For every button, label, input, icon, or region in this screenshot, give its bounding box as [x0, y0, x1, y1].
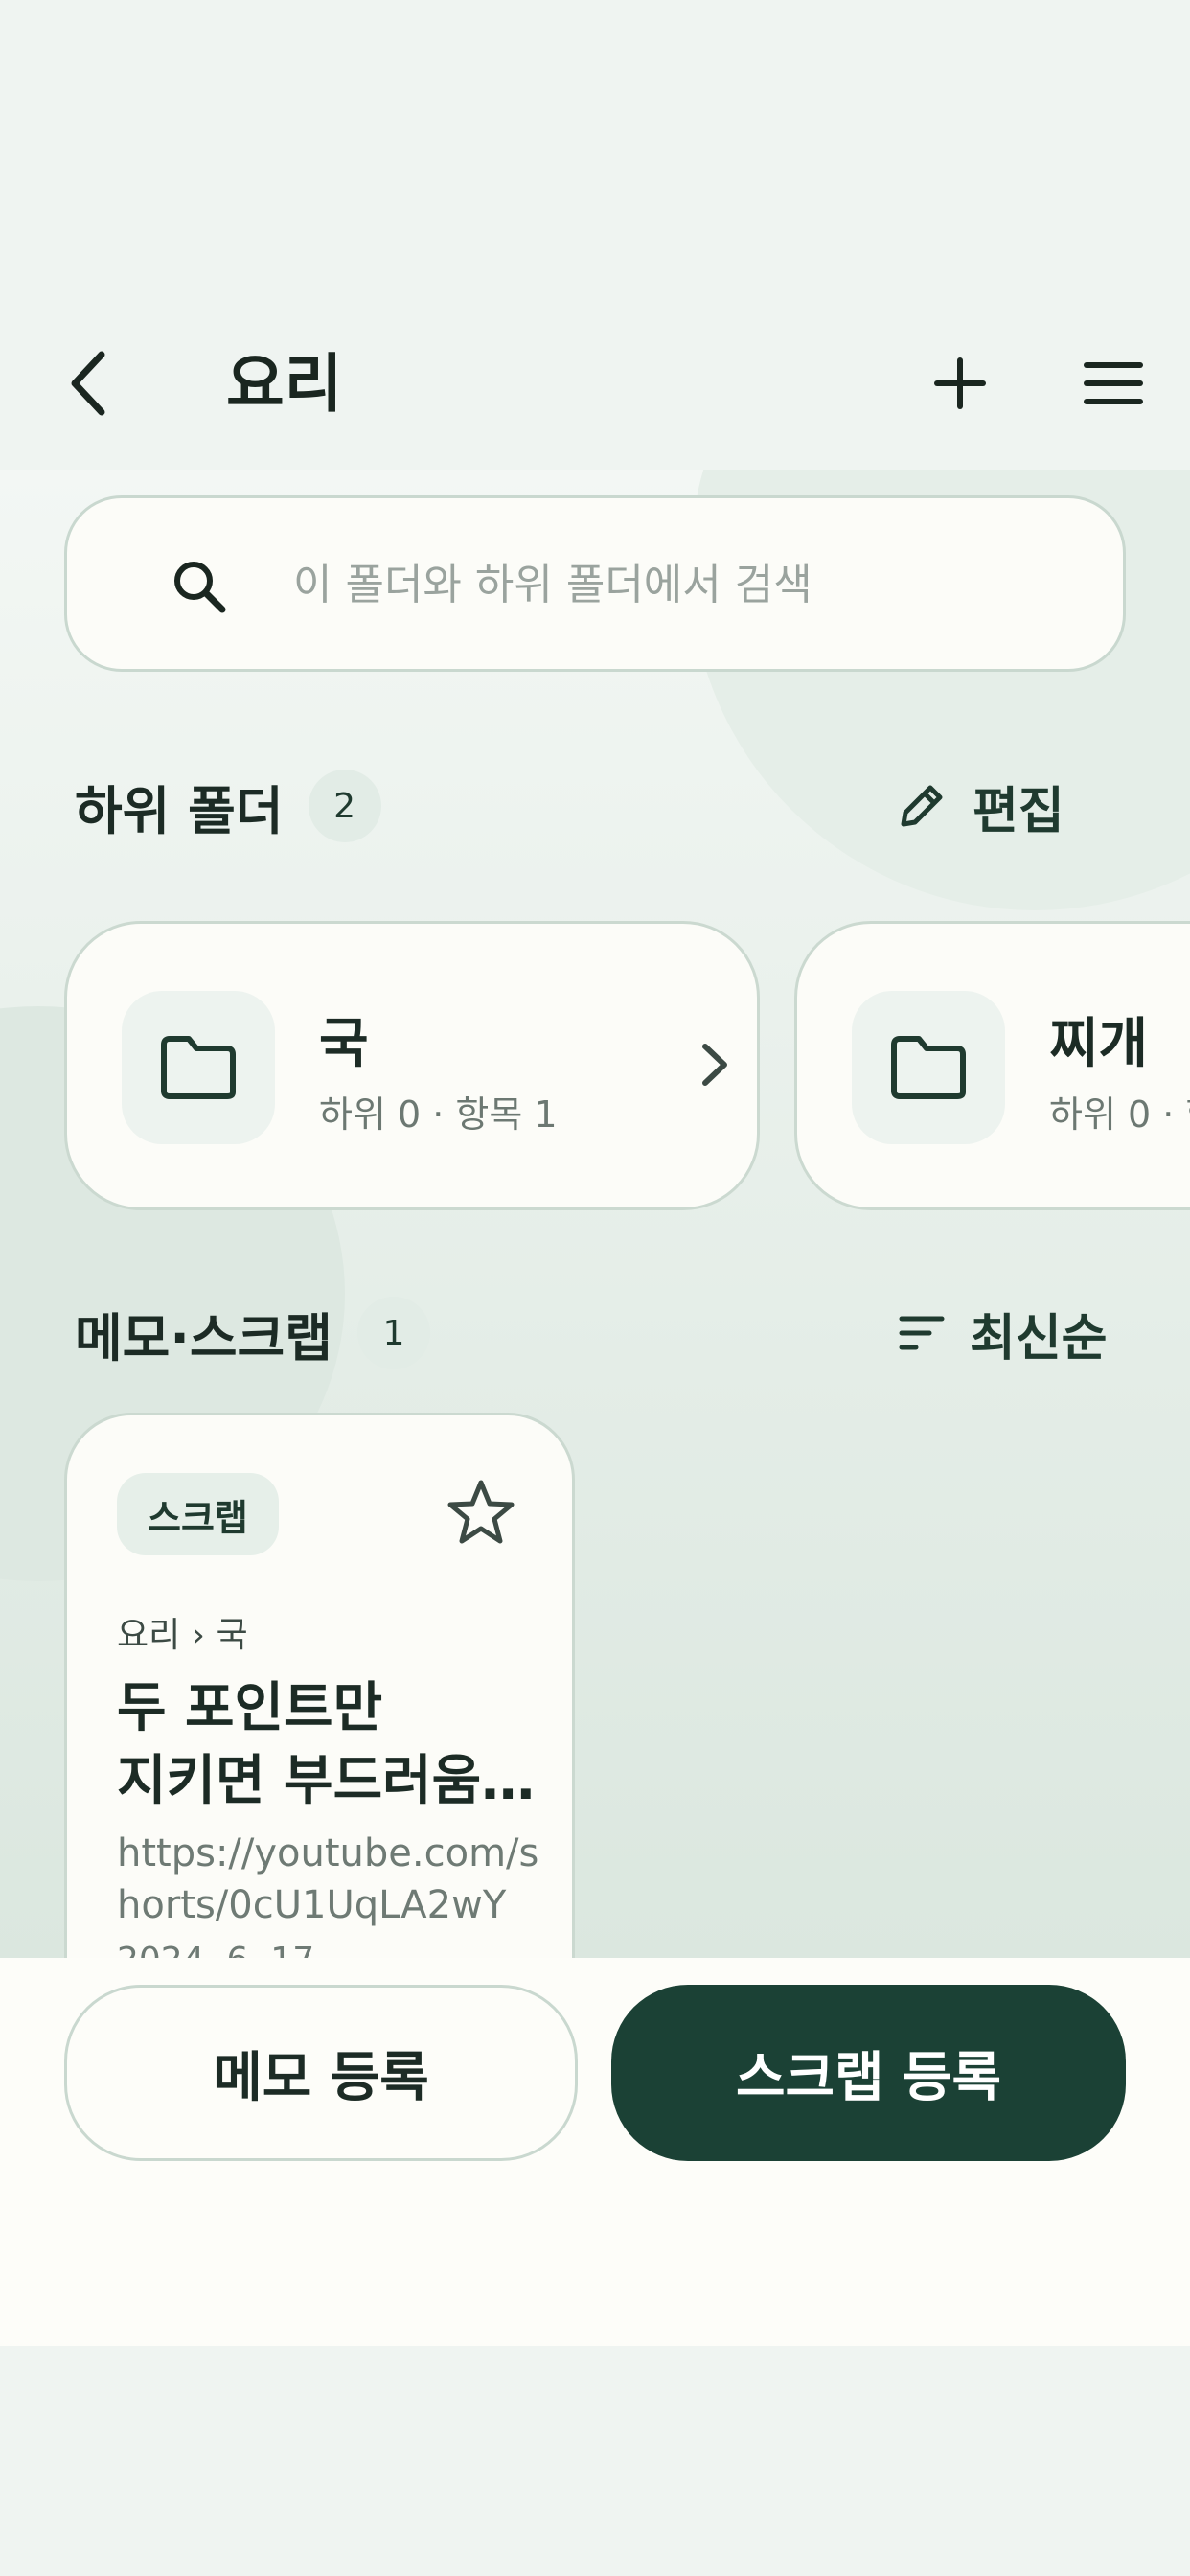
sort-button[interactable]: 최신순 [899, 1290, 1108, 1376]
folder-meta: 하위 0 · 항목 1 [1049, 1093, 1190, 1136]
memo-section-header: 메모·스크랩 1 [75, 1290, 430, 1376]
add-memo-button[interactable]: 메모 등록 [64, 1985, 578, 2161]
memo-title: 두 포인트만 지키면 부드러움 미쳤습니다 [117, 1677, 482, 1812]
app-header: 요리 [0, 326, 1190, 441]
folder-icon [161, 1036, 236, 1099]
folder-icon-box [852, 991, 1005, 1144]
back-button[interactable] [50, 345, 126, 422]
folder-card[interactable]: 찌개 하위 0 · 항목 1 [794, 921, 1190, 1210]
subfolder-count-badge: 2 [308, 770, 381, 842]
folder-icon [891, 1036, 966, 1099]
subfolder-section-header: 하위 폴더 2 [75, 763, 381, 849]
search-bar[interactable] [64, 495, 1126, 672]
folder-meta: 하위 0 · 항목 1 [319, 1093, 558, 1136]
memo-section-title: 메모·스크랩 [75, 1307, 332, 1368]
pencil-icon [901, 785, 943, 827]
star-icon[interactable] [443, 1475, 519, 1552]
folder-card[interactable]: 국 하위 0 · 항목 1 [64, 921, 760, 1210]
folder-icon-box [122, 991, 275, 1144]
memo-path: 요리 › 국 [117, 1616, 248, 1655]
search-icon [174, 562, 226, 613]
bottom-action-bar: 메모 등록 스크랩 등록 [0, 1958, 1190, 2346]
screen: 요리 하위 폴더 2 편집 [0, 0, 1190, 2576]
sort-label: 최신순 [970, 1309, 1108, 1368]
memo-url[interactable]: https://youtube.com/shorts/0cU1UqLA2wY [117, 1828, 548, 1931]
page-title: 요리 [226, 347, 343, 421]
add-button[interactable] [922, 345, 998, 422]
sort-icon [899, 1316, 945, 1350]
menu-button[interactable] [1075, 345, 1152, 422]
folder-name: 찌개 [1049, 1013, 1149, 1075]
add-scrap-button[interactable]: 스크랩 등록 [611, 1985, 1126, 2161]
chevron-left-icon [71, 351, 105, 416]
chevron-right-icon [702, 1044, 727, 1086]
search-input[interactable] [293, 537, 1079, 632]
memo-count-badge: 1 [356, 1297, 430, 1369]
plus-icon [934, 357, 986, 409]
hamburger-menu-icon [1084, 362, 1143, 404]
folder-name: 국 [319, 1013, 369, 1075]
footer-area [0, 2346, 1190, 2576]
scrap-tag: 스크랩 [117, 1473, 279, 1555]
edit-label: 편집 [973, 782, 1064, 840]
subfolder-section-title: 하위 폴더 [75, 780, 284, 841]
edit-button[interactable]: 편집 [896, 763, 1064, 849]
